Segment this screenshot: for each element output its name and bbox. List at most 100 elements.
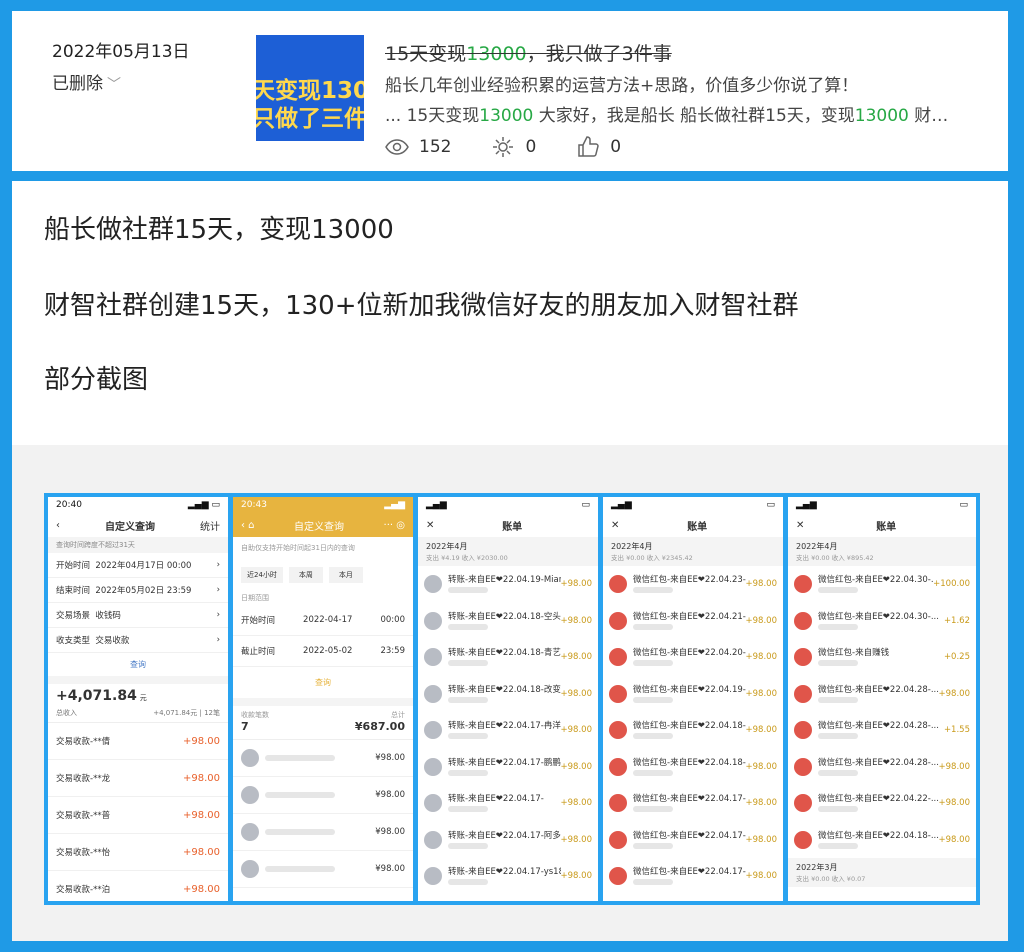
bill-row: 转账-来自EE❤22.04.17- +98.00 <box>418 785 598 822</box>
article-excerpt: ... 15天变现13000 大家好，我是船长 船长做社群15天，变现13000… <box>385 101 995 126</box>
month-label: 2022年4月 <box>796 542 838 551</box>
bill-amount: +98.00 <box>560 652 592 663</box>
red-packet-icon <box>609 830 627 849</box>
field-label: 交易场景 <box>56 611 91 621</box>
bill-name: 微信红包-来自EE❤22.04.20-... <box>633 648 746 659</box>
payment-row: ¥98.00 <box>233 814 413 851</box>
bill-amount: +98.00 <box>560 834 592 845</box>
transaction-amount: +98.00 <box>182 772 220 784</box>
article-title[interactable]: 15天变现13000，我只做了3件事 <box>385 39 672 66</box>
bill-amount: +98.00 <box>560 798 592 809</box>
bill-row: 微信红包-来自EE❤22.04.28-... +98.00 <box>788 749 976 786</box>
clock: 20:43 <box>241 500 267 510</box>
shares-stat[interactable]: 0 <box>491 135 536 159</box>
screenshot-bill-redpackets: ▂▄▆ ▭ ✕ 账单 2022年4月 支出 ¥0.00 收入 ¥2345.42 微信红… <box>603 497 783 901</box>
bill-name: 微信红包-来自EE❤22.04.22-... <box>818 794 939 805</box>
payment-row: ¥98.00 <box>233 851 413 888</box>
bill-amount: +98.00 <box>745 834 777 845</box>
red-packet-icon <box>794 721 812 740</box>
share-icon <box>493 137 514 157</box>
transaction-row: 交易收款-**怡 +98.00 <box>48 834 228 871</box>
avatar <box>424 867 442 886</box>
range-chips: 近24小时 本周 本月 <box>233 559 413 591</box>
query-link: 查询 <box>315 678 331 687</box>
bill-amount: +98.00 <box>938 834 970 845</box>
bill-name: 微信红包-来自EE❤22.04.28-... <box>818 757 939 768</box>
avatar <box>424 648 442 667</box>
bill-amount: +98.00 <box>560 761 592 772</box>
bill-row: 微信红包-来自EE❤22.04.28-... +1.55 <box>788 712 976 749</box>
bill-row: 微信红包-来自EE❤22.04.18-... +98.00 <box>603 749 783 786</box>
avatar <box>424 611 442 630</box>
screenshot-bill-transfers: ▂▄▆ ▭ ✕ 账单 2022年4月 支出 ¥4.19 收入 ¥2030.00 转账-… <box>418 497 598 901</box>
bill-name: 微信红包-来自赚钱 <box>818 648 890 659</box>
month-summary: 支出 ¥0.00 收入 ¥2345.42 <box>611 554 693 562</box>
field-row: 结束时间 2022年05月02日 23:59 › <box>48 578 228 603</box>
bill-amount: +98.00 <box>560 615 592 626</box>
bill-row: 微信红包-来自EE❤22.04.18-... +98.00 <box>603 712 783 749</box>
field-row: 收支类型 交易收款 › <box>48 628 228 653</box>
total-amount: +4,071.84 <box>56 688 137 704</box>
transaction-name: 交易收款-**普 <box>56 811 111 821</box>
battery-icon: ▭ <box>581 500 590 510</box>
screen-header: ✕ 账单 <box>788 513 976 537</box>
status-bar: 20:40 ▂▄▆ ▭ <box>48 497 228 513</box>
bill-name: 转账-来自EE❤22.04.17-ys18... <box>448 867 561 878</box>
payment-amount: ¥98.00 <box>375 864 405 874</box>
red-packet-icon <box>609 575 627 594</box>
transaction-amount: +98.00 <box>182 809 220 821</box>
chevron-right-icon: › <box>216 585 220 595</box>
bill-amount: +98.00 <box>745 725 777 736</box>
body-paragraph: 船长做社群15天，变现13000 <box>44 215 394 245</box>
excerpt-part: 大家好，我是船长 船长做社群15天，变现 <box>533 106 855 126</box>
bill-name: 微信红包-来自EE❤22.04.17-... <box>633 867 746 878</box>
screen-title: 自定义查询 <box>105 521 155 533</box>
end-date: 2022-05-02 <box>303 646 353 656</box>
bill-amount: +1.55 <box>943 725 970 736</box>
avatar <box>424 684 442 703</box>
field-value: 交易收款 <box>95 636 130 646</box>
status-label: 已删除 <box>52 74 103 94</box>
month-label: 2022年4月 <box>611 542 653 551</box>
chevron-down-icon: ﹀ <box>107 77 121 93</box>
payment-row: ¥98.00 <box>233 740 413 777</box>
count-label: 收款笔数 <box>241 711 269 719</box>
title-part: 15天变现 <box>385 43 467 65</box>
chip: 近24小时 <box>241 567 283 583</box>
excerpt-part: ... 15天变现 <box>385 106 480 126</box>
article-card[interactable]: 2022年05月13日 已删除 ﹀ 天变现130 只做了三件 15天变现13000… <box>12 11 1008 171</box>
bill-amount: +98.00 <box>745 871 777 882</box>
status-dropdown[interactable]: 已删除 ﹀ <box>52 69 121 94</box>
bill-row: 转账-来自EE❤22.04.18-青艺 +98.00 <box>418 639 598 676</box>
chip: 本月 <box>328 567 363 583</box>
total-label: 总收入 <box>56 709 77 717</box>
article-body: 船长做社群15天，变现13000 财智社群创建15天，130+位新加我微信好友的… <box>12 181 1008 941</box>
red-packet-icon <box>794 648 812 667</box>
avatar <box>424 757 442 776</box>
status-bar: ▂▄▆ ▭ <box>788 497 976 513</box>
bill-row: 微信红包-来自EE❤22.04.19-援 +98.00 <box>603 676 783 713</box>
close-icon: ✕ <box>611 519 620 531</box>
bill-row: 微信红包-来自EE❤22.04.17-... +98.00 <box>603 822 783 859</box>
body-paragraph: 部分截图 <box>44 365 149 395</box>
bill-name: 转账-来自EE❤22.04.18-空头... <box>448 611 561 622</box>
avatar <box>424 575 442 594</box>
close-icon: ✕ <box>796 519 805 531</box>
field-row: 开始时间 2022年04月17日 00:00 › <box>48 553 228 578</box>
bill-name: 微信红包-来自EE❤22.04.28-... <box>818 684 939 695</box>
bill-name: 微信红包-来自EE❤22.04.23-文 <box>633 575 746 586</box>
screenshot-query-1: 20:40 ▂▄▆ ▭ ‹ 自定义查询 统计 查询时间跨度不超过31天 开始时间 20… <box>48 497 228 901</box>
screen-title: 自定义查询 <box>294 521 345 533</box>
transaction-row: 交易收款-**倩 +98.00 <box>48 723 228 760</box>
red-packet-icon <box>609 721 627 740</box>
bill-amount: +98.00 <box>560 725 592 736</box>
red-packet-icon <box>609 867 627 886</box>
bill-row: 转账-来自EE❤22.04.17-阿多 +98.00 <box>418 822 598 859</box>
red-packet-icon <box>794 757 812 776</box>
range-label: 日期范围 <box>241 594 269 602</box>
article-thumbnail[interactable]: 天变现130 只做了三件 <box>256 35 364 141</box>
payment-amount: ¥98.00 <box>375 753 405 763</box>
red-packet-icon <box>609 684 627 703</box>
field-label: 收支类型 <box>56 636 91 646</box>
likes-stat[interactable]: 0 <box>576 135 621 159</box>
